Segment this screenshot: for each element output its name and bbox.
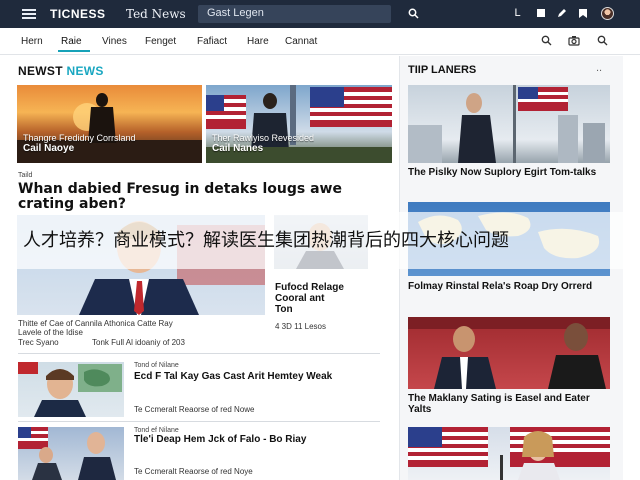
flag-speaker-image [408,427,610,480]
headline-label: Taild [18,172,33,179]
anchor-map-image [18,362,122,417]
brand-subtitle: Ted News [126,7,186,21]
feature-side-meta: 4 3D 11 Lesos [275,322,326,331]
list-item-2-meta: Te Ccmeralt Reaorse of red Noye [134,467,253,476]
list-item-1-title[interactable]: Ecd F Tal Kay Gas Cast Arit Hemtey Weak [134,371,374,382]
divider [18,353,380,354]
nav-item-cannat[interactable]: Cannat [285,36,317,47]
card-1-caption-line2: Cail Naoye [23,143,75,154]
list-item-1-label: Tond of Nilane [134,362,179,369]
news-card-image-1[interactable]: Thangre Fredidny Corrsland Cail Naoye [17,85,202,163]
feature-side-title-3: Ton [275,304,293,315]
list-item-1-meta: Te Ccmeralt Reaorse of red Nowe [134,405,255,414]
nav-item-fafiact[interactable]: Fafiact [197,36,227,47]
top-bar: TICNESS Ted News Gast Legen L [0,0,640,28]
feature-side-title[interactable]: Fufocd Relage Cooral ant Ton [275,282,370,315]
press-event-image [18,427,116,480]
feature-meta-3: Trec Syano [18,338,59,347]
card-1-caption-line1: Thangre Fredidny Corrsland [23,133,136,143]
nav-item-hern[interactable]: Hern [21,36,43,47]
card-1-caption: Thangre Fredidny Corrsland Cail Naoye [23,133,136,154]
city-speaker-image [408,85,605,163]
section-title-accent: NEWS [66,64,104,78]
sidebar-item-4-image[interactable] [408,427,610,480]
edit-icon[interactable] [556,8,567,19]
interview-image [408,317,610,389]
search-text: Gast Legen [207,7,264,19]
search-icon[interactable] [540,35,552,47]
save-icon[interactable] [535,8,546,19]
brand-logo[interactable]: TICNESS [50,7,106,21]
overlay-banner: 人才培养？商业模式？解读医生集团热潮背后的四大核心问题 [0,212,640,269]
nav-item-raie[interactable]: Raie [61,36,82,47]
nav-item-hare[interactable]: Hare [247,36,269,47]
feature-meta-2: Lavele of the Idise [18,328,83,337]
user-initial[interactable]: L [512,8,523,19]
avatar[interactable] [601,7,614,20]
search-icon[interactable] [408,8,419,19]
card-2-caption-line1: Ther Rawlyiso Revesided [212,133,315,143]
card-2-caption: Ther Rawlyiso Revesided Cail Nanes [212,133,314,154]
main-headline[interactable]: Whan dabied Fresug in detaks lougs awe c… [18,182,368,212]
feature-side-title-1: Fufocd Relage [275,282,344,293]
list-item-2-image[interactable] [18,427,124,480]
list-item-2-title[interactable]: Tle'i Deap Hem Jck of Falo - Bo Riay [134,434,374,445]
nav-item-vines[interactable]: Vines [102,36,127,47]
section-title: NEWST NEWS [18,64,104,78]
nav-item-fenget[interactable]: Fenget [145,36,176,47]
news-card-image-2[interactable]: Ther Rawlyiso Revesided Cail Nanes [206,85,392,163]
menu-icon[interactable] [22,9,36,19]
sidebar-title: TIIP LANERS [408,64,477,76]
divider [18,421,380,422]
sidebar-item-3-image[interactable] [408,317,610,389]
camera-icon[interactable] [568,35,580,47]
more-options-icon[interactable]: .. [596,62,602,74]
bookmark-icon[interactable] [577,8,588,19]
nav-active-indicator [58,50,90,52]
sidebar-item-3-title[interactable]: The Maklany Sating is Easel and Eater Ya… [408,393,610,415]
list-item-2-label: Tond ef Nilane [134,427,179,434]
list-item-1-image[interactable] [18,362,124,417]
search-input[interactable]: Gast Legen [198,5,391,23]
section-title-main: NEWST [18,64,63,78]
feature-meta-4: Tonk Full Al idoaniy of 203 [92,338,185,347]
card-2-caption-line2: Cail Nanes [212,143,264,154]
feature-side-title-2: Cooral ant [275,293,325,304]
banner-text: 人才培养？商业模式？解读医生集团热潮背后的四大核心问题 [23,230,509,251]
sidebar-item-2-title[interactable]: Folmay Rinstal Rela's Roap Dry Orrerd [408,281,610,292]
search-icon-alt[interactable] [596,35,608,47]
sidebar-item-1-title[interactable]: The Pislky Now Suplory Egirt Tom-talks [408,167,610,178]
sidebar-item-1-image[interactable] [408,85,610,163]
nav-bar: Hern Raie Vines Fenget Fafiact Hare Cann… [0,28,640,55]
